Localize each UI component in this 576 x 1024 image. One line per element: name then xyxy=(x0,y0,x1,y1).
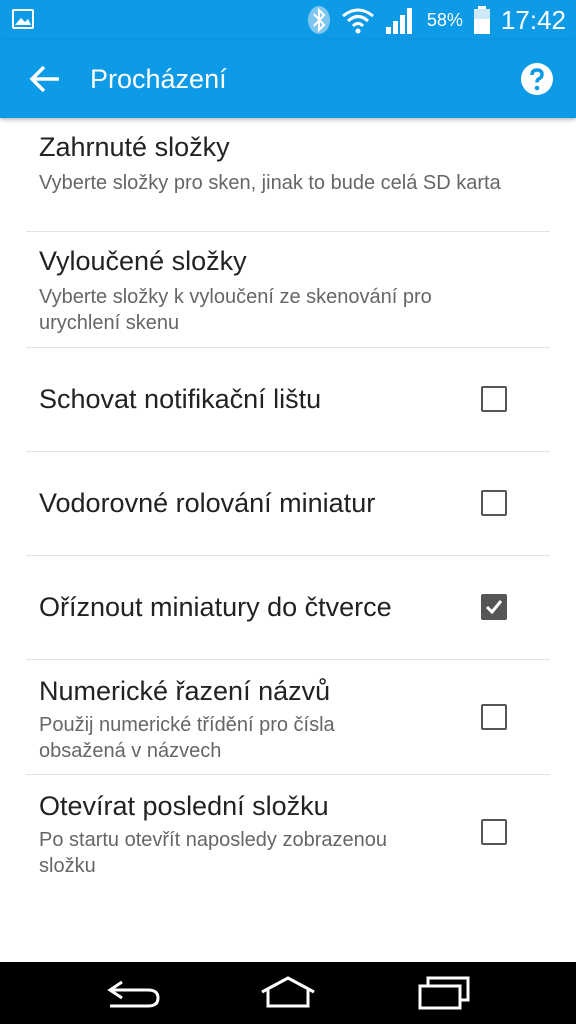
nav-home-icon[interactable] xyxy=(258,972,318,1014)
setting-title: Zahrnuté složky xyxy=(39,132,230,162)
hide-notification-bar-checkbox[interactable] xyxy=(481,386,507,412)
settings-list: Zahrnuté složky Vyberte složky pro sken,… xyxy=(0,118,576,890)
setting-title: Otevírat poslední složku xyxy=(39,791,329,821)
signal-icon xyxy=(385,8,412,34)
status-bar: 58% 17:42 xyxy=(0,0,576,40)
clock: 17:42 xyxy=(500,4,566,35)
setting-title: Vyloučené složky xyxy=(39,246,247,276)
setting-open-last-folder[interactable]: Otevírat poslední složku Po startu otevř… xyxy=(26,775,550,890)
setting-summary: Po startu otevřít naposledy zobrazenou s… xyxy=(39,829,387,877)
battery-icon xyxy=(473,6,490,34)
app-bar: Procházení xyxy=(0,40,576,118)
back-arrow-icon[interactable] xyxy=(28,62,62,96)
setting-title: Schovat notifikační lištu xyxy=(39,384,322,414)
setting-included-folders[interactable]: Zahrnuté složky Vyberte složky pro sken,… xyxy=(26,118,550,232)
battery-percent: 58% xyxy=(426,9,463,30)
bluetooth-icon xyxy=(307,6,330,34)
nav-recents-icon[interactable] xyxy=(416,972,472,1014)
setting-hide-notification-bar[interactable]: Schovat notifikační lištu xyxy=(26,348,550,452)
setting-summary: Vyberte složky pro sken, jinak to bude c… xyxy=(39,172,501,194)
help-icon[interactable] xyxy=(520,62,554,96)
setting-numeric-name-sort[interactable]: Numerické řazení názvů Použij numerické … xyxy=(26,660,550,775)
setting-excluded-folders[interactable]: Vyloučené složky Vyberte složky k vylouč… xyxy=(26,232,550,348)
page-title: Procházení xyxy=(90,64,227,94)
wifi-icon xyxy=(341,8,374,34)
crop-thumbnails-checkbox[interactable] xyxy=(481,594,507,620)
setting-title: Oříznout miniatury do čtverce xyxy=(39,592,392,622)
horizontal-scroll-checkbox[interactable] xyxy=(481,490,507,516)
image-icon xyxy=(12,9,34,29)
setting-crop-thumbnails-square[interactable]: Oříznout miniatury do čtverce xyxy=(26,556,550,660)
setting-title: Numerické řazení názvů xyxy=(39,676,331,706)
setting-summary: Vyberte složky k vyloučení ze skenování … xyxy=(39,286,432,334)
open-last-folder-checkbox[interactable] xyxy=(481,819,507,845)
setting-summary: Použij numerické třídění pro čísla obsaž… xyxy=(39,714,335,762)
navigation-bar xyxy=(0,962,576,1024)
setting-title: Vodorovné rolování miniatur xyxy=(39,488,376,518)
check-icon xyxy=(485,600,503,615)
numeric-sort-checkbox[interactable] xyxy=(481,704,507,730)
nav-back-icon[interactable] xyxy=(104,972,162,1014)
setting-horizontal-thumbnail-scroll[interactable]: Vodorovné rolování miniatur xyxy=(26,452,550,556)
